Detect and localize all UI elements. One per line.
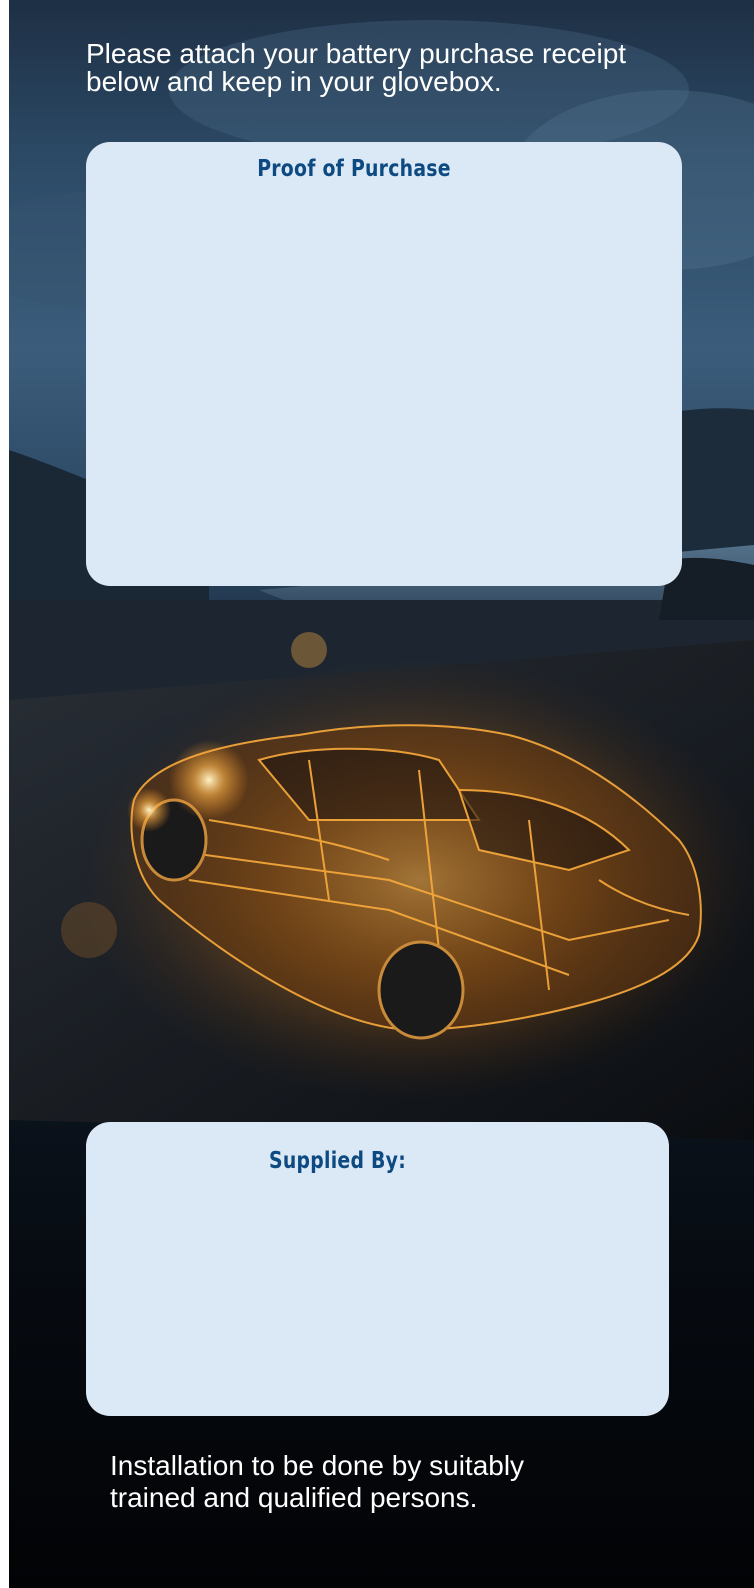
intro-line-2: below and keep in your glovebox. [86,66,502,97]
intro-line-1: Please attach your battery purchase rece… [86,38,627,69]
installation-line-1: Installation to be done by suitably [110,1450,525,1481]
installation-notice: Installation to be done by suitably trai… [110,1450,710,1514]
proof-of-purchase-title: Proof of Purchase [257,156,451,182]
supplied-by-title: Supplied By: [269,1148,406,1174]
proof-of-purchase-box: Proof of Purchase [86,142,682,586]
intro-text: Please attach your battery purchase rece… [86,40,706,96]
supplied-by-box: Supplied By: [86,1122,669,1416]
receipt-page: Please attach your battery purchase rece… [0,0,754,1588]
installation-line-2: trained and qualified persons. [110,1482,478,1513]
